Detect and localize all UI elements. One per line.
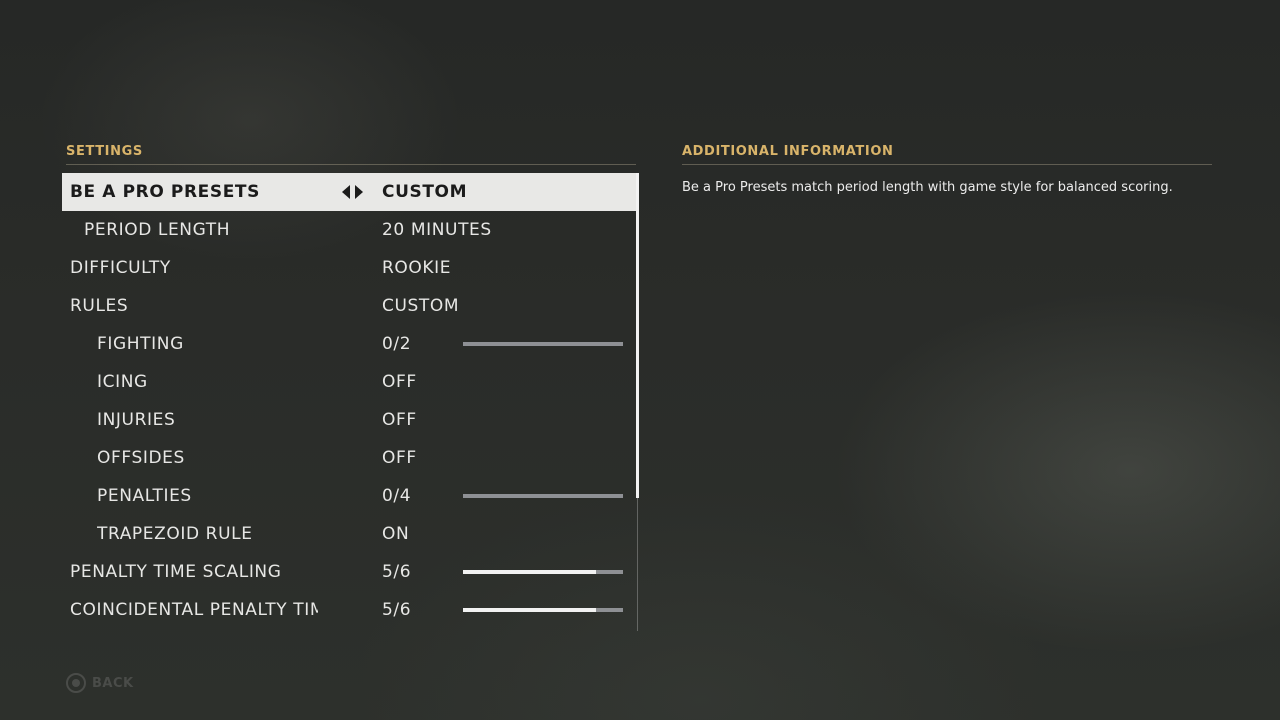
setting-trapezoid-rule[interactable]: TRAPEZOID RULE ON (62, 515, 636, 553)
back-label: BACK (92, 676, 134, 691)
scrollbar-thumb[interactable] (636, 173, 639, 498)
setting-value: ROOKIE (382, 258, 452, 278)
setting-label: INJURIES (97, 410, 176, 430)
circle-button-icon (66, 673, 86, 693)
fighting-slider[interactable] (463, 342, 623, 346)
setting-label: DIFFICULTY (70, 258, 171, 278)
setting-fighting[interactable]: FIGHTING 0/2 (62, 325, 636, 363)
setting-value: ON (382, 524, 410, 544)
additional-information-header: ADDITIONAL INFORMATION (682, 144, 1212, 165)
setting-value: 20 MINUTES (382, 220, 492, 240)
setting-icing[interactable]: ICING OFF (62, 363, 636, 401)
setting-label: TRAPEZOID RULE (97, 524, 253, 544)
setting-value: OFF (382, 372, 417, 392)
setting-label: RULES (70, 296, 129, 316)
setting-injuries[interactable]: INJURIES OFF (62, 401, 636, 439)
setting-offsides[interactable]: OFFSIDES OFF (62, 439, 636, 477)
setting-difficulty[interactable]: DIFFICULTY ROOKIE (62, 249, 636, 287)
penalty-time-scaling-slider[interactable] (463, 570, 623, 574)
setting-value: OFF (382, 448, 417, 468)
setting-value: 0/2 (382, 334, 412, 354)
setting-period-length[interactable]: PERIOD LENGTH 20 MINUTES (62, 211, 636, 249)
setting-value: CUSTOM (382, 182, 468, 202)
setting-label: FIGHTING (97, 334, 184, 354)
setting-penalties[interactable]: PENALTIES 0/4 (62, 477, 636, 515)
setting-label: ICING (97, 372, 148, 392)
setting-label: PENALTY TIME SCALING (70, 562, 282, 582)
setting-value: OFF (382, 410, 417, 430)
coincidental-penalty-time-slider[interactable] (463, 608, 623, 612)
setting-label: PERIOD LENGTH (84, 220, 231, 240)
setting-penalty-time-scaling[interactable]: PENALTY TIME SCALING 5/6 (62, 553, 636, 591)
setting-value: CUSTOM (382, 296, 460, 316)
setting-be-a-pro-presets[interactable]: BE A PRO PRESETS CUSTOM (62, 173, 636, 211)
settings-header: SETTINGS (66, 144, 636, 165)
left-right-arrows-icon[interactable] (342, 184, 366, 200)
setting-value: 5/6 (382, 600, 412, 620)
setting-value: 5/6 (382, 562, 412, 582)
setting-value: 0/4 (382, 486, 412, 506)
setting-rules[interactable]: RULES CUSTOM (62, 287, 636, 325)
setting-label: PENALTIES (97, 486, 192, 506)
additional-information-text: Be a Pro Presets match period length wit… (682, 180, 1173, 195)
setting-label: OFFSIDES (97, 448, 185, 468)
setting-label: COINCIDENTAL PENALTY TIME (70, 600, 318, 620)
setting-coincidental-penalty-time[interactable]: COINCIDENTAL PENALTY TIME 5/6 (62, 591, 636, 629)
penalties-slider[interactable] (463, 494, 623, 498)
setting-label: BE A PRO PRESETS (70, 182, 260, 202)
settings-menu: BE A PRO PRESETS CUSTOM PERIOD LENGTH 20… (62, 173, 636, 629)
